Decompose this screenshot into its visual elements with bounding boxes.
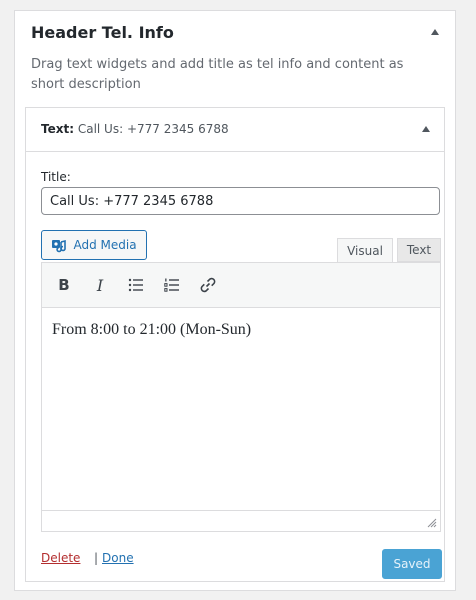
widget-title: Text: Call Us: +777 2345 6788	[41, 122, 229, 136]
widget-type-label: Text:	[41, 122, 75, 136]
done-link[interactable]: Done	[102, 551, 134, 565]
widget-title-summary: Call Us: +777 2345 6788	[77, 122, 229, 136]
saved-button[interactable]: Saved	[382, 549, 442, 579]
link-icon[interactable]	[192, 270, 224, 300]
tab-text[interactable]: Text	[397, 238, 441, 262]
title-input[interactable]	[41, 187, 440, 215]
media-icon	[52, 239, 67, 253]
add-media-label: Add Media	[73, 238, 137, 252]
editor-content[interactable]: From 8:00 to 21:00 (Mon-Sun)	[42, 307, 440, 511]
title-label: Title:	[41, 170, 71, 184]
sidebar-description: Drag text widgets and add title as tel i…	[31, 57, 404, 92]
bulleted-list-icon[interactable]	[120, 270, 152, 300]
sidebar-title: Header Tel. Info	[31, 23, 174, 42]
link-separator: |	[94, 551, 99, 565]
widget-collapse-arrow-icon[interactable]	[422, 126, 430, 132]
italic-icon[interactable]: I	[84, 270, 116, 300]
resize-handle-icon[interactable]	[427, 518, 437, 528]
editor-status-bar	[42, 510, 440, 531]
add-media-button[interactable]: Add Media	[41, 230, 147, 260]
widget-header[interactable]: Text: Call Us: +777 2345 6788	[26, 108, 444, 152]
editor-toolbar: B I	[42, 263, 440, 308]
sidebar-panel: Header Tel. Info Drag text widgets and a…	[14, 10, 456, 591]
delete-link[interactable]: Delete	[41, 551, 80, 565]
numbered-list-icon[interactable]	[156, 270, 188, 300]
text-widget: Text: Call Us: +777 2345 6788 Title: Add…	[25, 107, 445, 582]
rich-text-editor: B I From 8:00 to 21:00 (Mon-Sun)	[41, 262, 441, 532]
collapse-arrow-icon[interactable]	[431, 29, 439, 35]
tab-visual[interactable]: Visual	[337, 238, 393, 262]
bold-icon[interactable]: B	[48, 270, 80, 300]
